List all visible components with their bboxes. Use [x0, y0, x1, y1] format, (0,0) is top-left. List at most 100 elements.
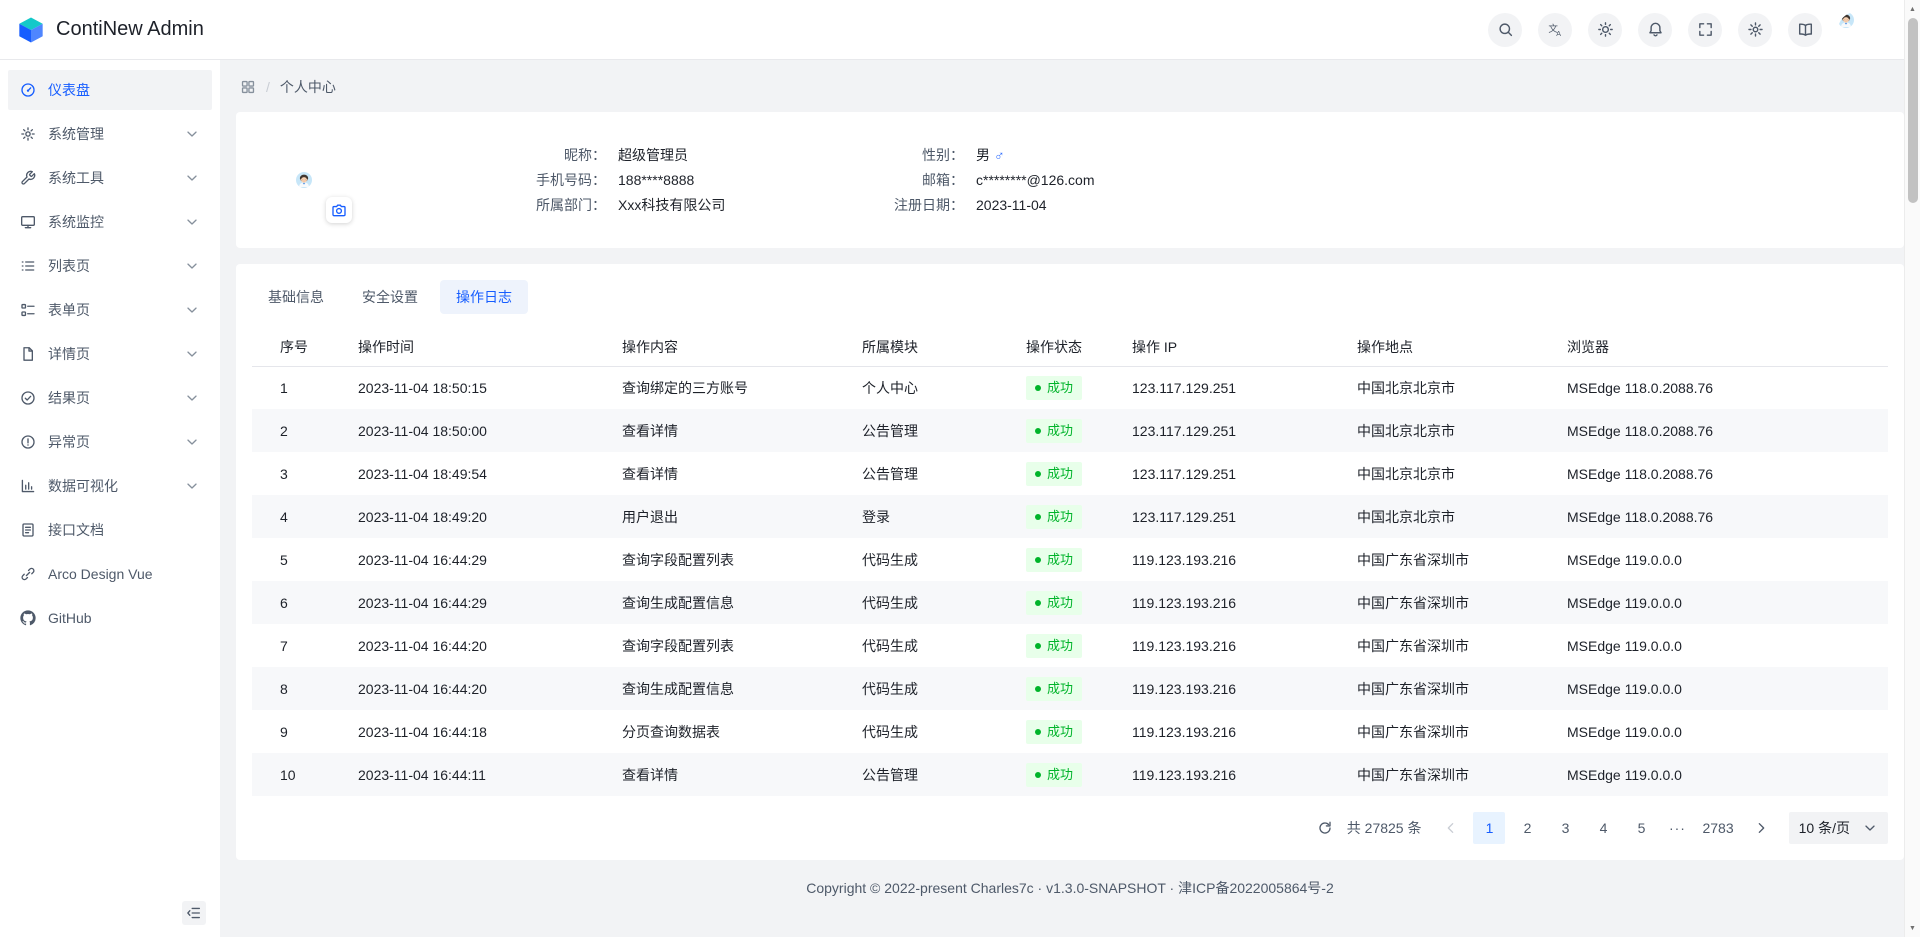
- sidebar-item-api-docs[interactable]: 接口文档: [8, 510, 212, 550]
- table-cell: MSEdge 119.0.0.0: [1551, 667, 1888, 710]
- table-cell: 2023-11-04 16:44:20: [342, 624, 606, 667]
- chevron-down-icon: [184, 434, 200, 450]
- profile-field-label: 昵称：: [352, 145, 606, 165]
- app-logo-icon: [16, 15, 46, 45]
- docs-button[interactable]: [1788, 13, 1822, 47]
- page-scrollbar[interactable]: ▲ ▼: [1904, 0, 1920, 937]
- list-icon: [20, 258, 36, 274]
- table-row[interactable]: 12023-11-04 18:50:15查询绑定的三方账号个人中心成功123.1…: [252, 366, 1888, 409]
- status-badge: 成功: [1026, 720, 1082, 744]
- translate-button[interactable]: 文A: [1538, 13, 1572, 47]
- breadcrumb-current[interactable]: 个人中心: [280, 77, 336, 97]
- page-button-1[interactable]: 1: [1473, 812, 1505, 844]
- status-badge: 成功: [1026, 763, 1082, 787]
- search-icon: [1497, 21, 1514, 38]
- sidebar-item-github[interactable]: GitHub: [8, 598, 212, 638]
- table-cell: 3: [252, 452, 342, 495]
- chevron-right-icon: [1753, 820, 1769, 836]
- page-button-3[interactable]: 3: [1549, 812, 1581, 844]
- table-cell: 119.123.193.216: [1116, 624, 1341, 667]
- collapse-icon: [186, 905, 202, 921]
- sidebar-item-system-management[interactable]: 系统管理: [8, 114, 212, 154]
- page-button-2783[interactable]: 2783: [1697, 812, 1738, 844]
- table-cell: 10: [252, 753, 342, 796]
- sidebar-item-data-visualization[interactable]: 数据可视化: [8, 466, 212, 506]
- notification-button[interactable]: [1638, 13, 1672, 47]
- table-cell: 查询生成配置信息: [606, 667, 846, 710]
- tab-operation-log[interactable]: 操作日志: [440, 280, 528, 314]
- status-cell: 成功: [1010, 495, 1116, 538]
- status-cell: 成功: [1010, 366, 1116, 409]
- prev-page-button[interactable]: [1435, 812, 1467, 844]
- fullscreen-button[interactable]: [1688, 13, 1722, 47]
- table-row[interactable]: 32023-11-04 18:49:54查看详情公告管理成功123.117.12…: [252, 452, 1888, 495]
- table-cell: 6: [252, 581, 342, 624]
- apps-icon[interactable]: [240, 79, 256, 95]
- table-cell: 个人中心: [846, 366, 1010, 409]
- status-badge: 成功: [1026, 591, 1082, 615]
- status-cell: 成功: [1010, 624, 1116, 667]
- table-cell: 中国北京北京市: [1341, 409, 1551, 452]
- column-header: 所属模块: [846, 328, 1010, 366]
- table-row[interactable]: 42023-11-04 18:49:20用户退出登录成功123.117.129.…: [252, 495, 1888, 538]
- sidebar-item-detail-pages[interactable]: 详情页: [8, 334, 212, 374]
- tabs: 基础信息安全设置操作日志: [252, 280, 1888, 314]
- sidebar-item-result-pages[interactable]: 结果页: [8, 378, 212, 418]
- table-row[interactable]: 92023-11-04 16:44:18分页查询数据表代码生成成功119.123…: [252, 710, 1888, 753]
- sidebar-item-form-pages[interactable]: 表单页: [8, 290, 212, 330]
- table-row[interactable]: 22023-11-04 18:50:00查看详情公告管理成功123.117.12…: [252, 409, 1888, 452]
- column-header: 序号: [252, 328, 342, 366]
- sidebar-item-arco-design-vue[interactable]: Arco Design Vue: [8, 554, 212, 594]
- brand: ContiNew Admin: [16, 15, 204, 45]
- svg-text:A: A: [1556, 30, 1561, 38]
- theme-button[interactable]: [1588, 13, 1622, 47]
- refresh-button[interactable]: [1311, 814, 1339, 842]
- table-row[interactable]: 102023-11-04 16:44:11查看详情公告管理成功119.123.1…: [252, 753, 1888, 796]
- table-cell: 分页查询数据表: [606, 710, 846, 753]
- next-page-button[interactable]: [1745, 812, 1777, 844]
- table-row[interactable]: 82023-11-04 16:44:20查询生成配置信息代码生成成功119.12…: [252, 667, 1888, 710]
- sidebar-item-label: 系统监控: [48, 212, 172, 232]
- sidebar-item-dashboard[interactable]: 仪表盘: [8, 70, 212, 110]
- breadcrumb-separator: /: [266, 79, 270, 95]
- scrollbar-up-arrow[interactable]: ▲: [1905, 1, 1920, 17]
- pagination-ellipsis[interactable]: ···: [1663, 820, 1691, 836]
- table-cell: 公告管理: [846, 753, 1010, 796]
- table-row[interactable]: 62023-11-04 16:44:29查询生成配置信息代码生成成功119.12…: [252, 581, 1888, 624]
- table-row[interactable]: 72023-11-04 16:44:20查询字段配置列表代码生成成功119.12…: [252, 624, 1888, 667]
- sidebar-item-exception-pages[interactable]: 异常页: [8, 422, 212, 462]
- change-avatar-button[interactable]: [326, 197, 352, 223]
- page-button-4[interactable]: 4: [1587, 812, 1619, 844]
- scrollbar-down-arrow[interactable]: ▼: [1905, 920, 1920, 936]
- table-cell: 2023-11-04 16:44:18: [342, 710, 606, 753]
- tab-basic-info[interactable]: 基础信息: [252, 280, 340, 314]
- tab-security-settings[interactable]: 安全设置: [346, 280, 434, 314]
- status-badge: 成功: [1026, 505, 1082, 529]
- chevron-down-icon: [184, 478, 200, 494]
- sidebar-item-system-monitor[interactable]: 系统监控: [8, 202, 212, 242]
- page-button-2[interactable]: 2: [1511, 812, 1543, 844]
- chevron-down-icon: [184, 346, 200, 362]
- scrollbar-thumb[interactable]: [1908, 18, 1918, 203]
- sidebar-item-system-tools[interactable]: 系统工具: [8, 158, 212, 198]
- user-avatar[interactable]: [1838, 12, 1874, 48]
- log-table-body: 12023-11-04 18:50:15查询绑定的三方账号个人中心成功123.1…: [252, 366, 1888, 796]
- sidebar-collapse-button[interactable]: [182, 901, 206, 925]
- status-cell: 成功: [1010, 581, 1116, 624]
- table-cell: 2: [252, 409, 342, 452]
- page-button-5[interactable]: 5: [1625, 812, 1657, 844]
- profile-avatar[interactable]: [256, 132, 352, 228]
- dashboard-icon: [20, 82, 36, 98]
- sidebar-item-list-pages[interactable]: 列表页: [8, 246, 212, 286]
- table-cell: 中国广东省深圳市: [1341, 624, 1551, 667]
- page-size-select[interactable]: 10 条/页: [1789, 812, 1888, 844]
- table-cell: 7: [252, 624, 342, 667]
- sidebar-item-label: 异常页: [48, 432, 172, 452]
- table-cell: MSEdge 118.0.2088.76: [1551, 452, 1888, 495]
- table-row[interactable]: 52023-11-04 16:44:29查询字段配置列表代码生成成功119.12…: [252, 538, 1888, 581]
- sidebar-item-label: 结果页: [48, 388, 172, 408]
- tool-icon: [20, 170, 36, 186]
- profile-field-label: 注册日期：: [868, 195, 964, 215]
- search-button[interactable]: [1488, 13, 1522, 47]
- settings-button[interactable]: [1738, 13, 1772, 47]
